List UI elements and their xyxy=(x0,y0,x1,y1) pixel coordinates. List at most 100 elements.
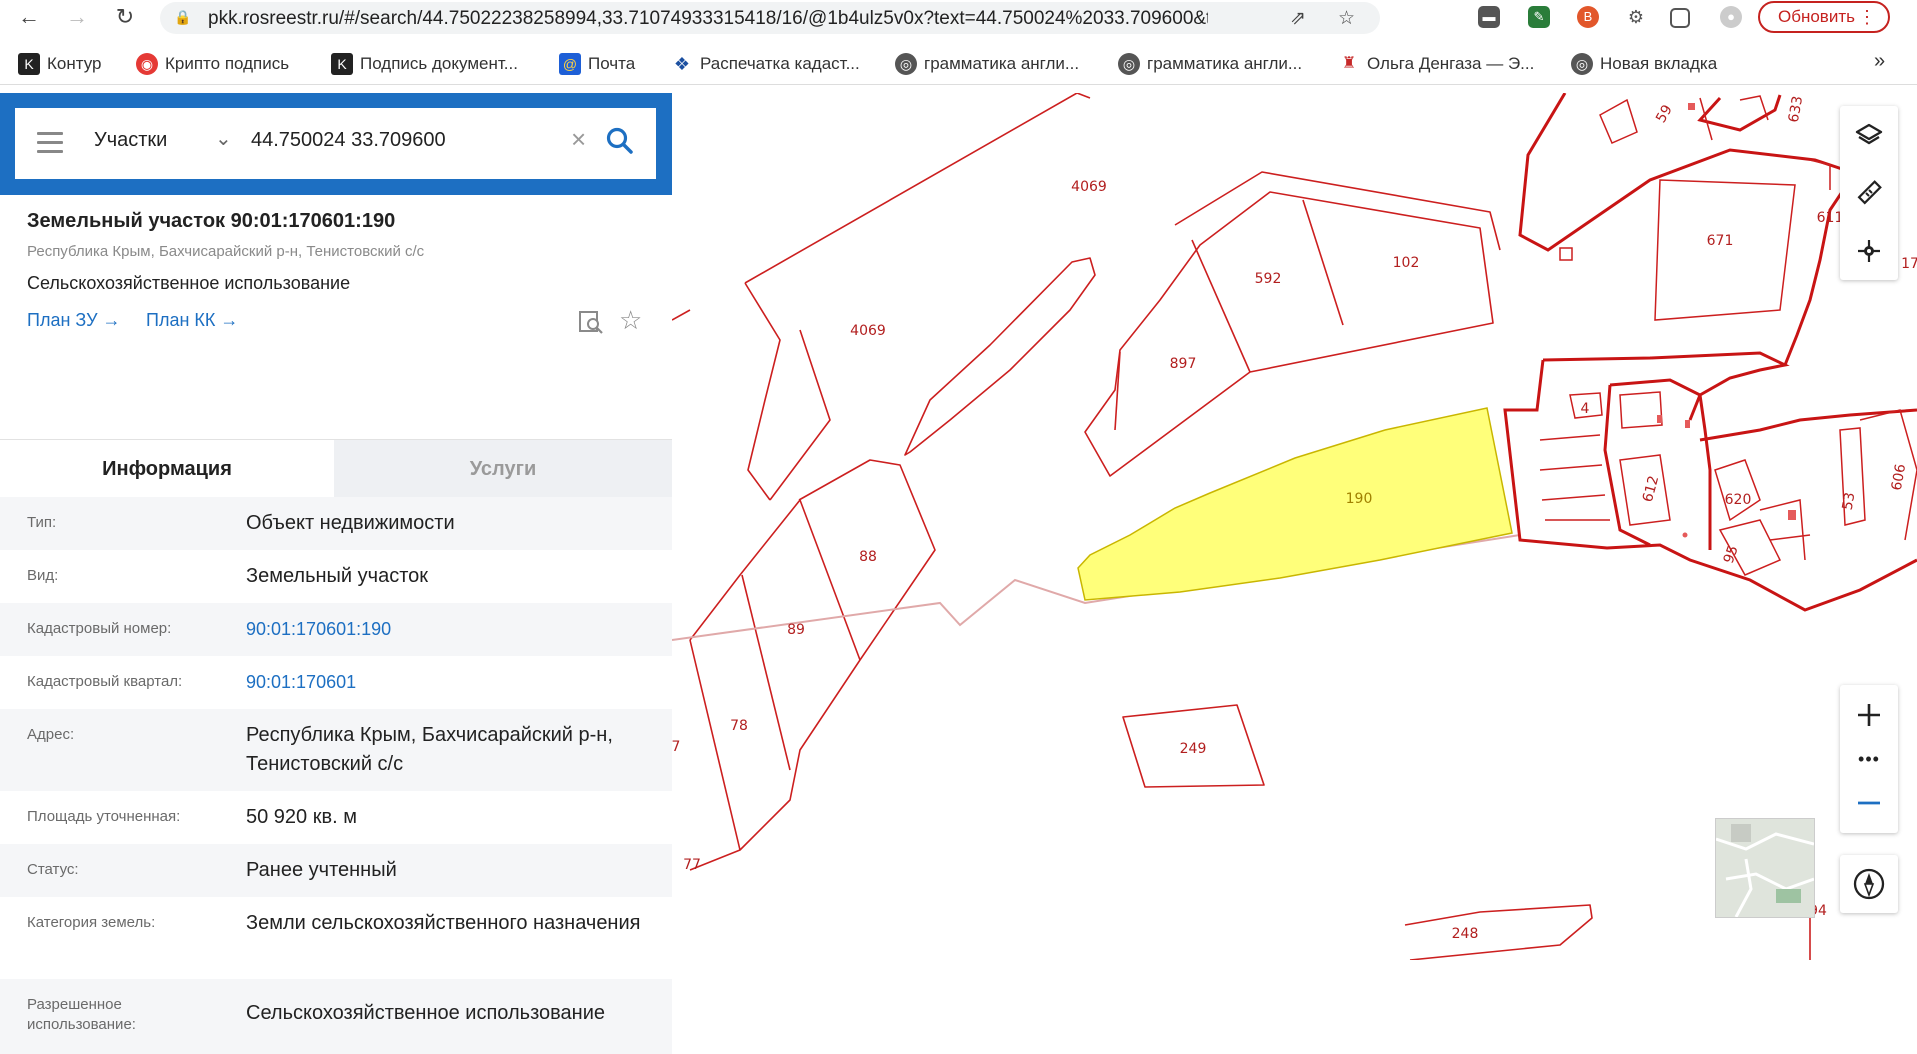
info-row: Вид: Земельный участок xyxy=(0,550,672,603)
parcel-label[interactable]: 612 xyxy=(1640,474,1662,504)
extension-icon[interactable]: B xyxy=(1577,6,1599,28)
bookmark-item[interactable]: ◎ грамматика англи... xyxy=(1118,53,1302,75)
tab-information[interactable]: Информация xyxy=(0,440,334,498)
parcel-label-selected[interactable]: 190 xyxy=(1346,491,1373,507)
parcel-label[interactable]: 248 xyxy=(1452,926,1479,942)
close-icon[interactable]: × xyxy=(571,124,586,155)
bookmark-item[interactable]: ♜ Ольга Денгаза — Э... xyxy=(1338,53,1534,75)
zoom-out-icon[interactable] xyxy=(1840,773,1898,833)
search-input[interactable]: 44.750024 33.709600 xyxy=(251,129,446,152)
url-text[interactable]: pkk.rosreestr.ru/#/search/44.75022238258… xyxy=(208,8,1208,30)
parcel-label[interactable]: 897 xyxy=(1170,356,1197,372)
sidepanel-icon[interactable] xyxy=(1670,8,1690,28)
search-icon[interactable] xyxy=(605,126,635,156)
parcel-label[interactable]: 4 xyxy=(1581,401,1590,417)
info-key: Вид: xyxy=(27,567,59,584)
parcel-boundary xyxy=(672,309,691,321)
extension-icon[interactable]: ✎ xyxy=(1528,6,1550,28)
menu-dots-icon: ⋮ xyxy=(1858,7,1876,27)
parcel-label[interactable]: 17 xyxy=(1901,256,1917,272)
bookmark-item[interactable]: K Подпись документ... xyxy=(331,53,518,75)
info-value: Земельный участок xyxy=(246,565,429,587)
parcel-label[interactable]: 53 xyxy=(1840,491,1859,511)
key-icon: ◉ xyxy=(136,53,158,75)
plan-zu-label: План ЗУ xyxy=(27,310,98,330)
more-icon[interactable]: ••• xyxy=(1840,745,1898,773)
browser-toolbar: ← → ↻ 🔒 pkk.rosreestr.ru/#/search/44.750… xyxy=(0,0,1917,34)
favorite-star-icon[interactable]: ☆ xyxy=(619,305,642,336)
parcel-label[interactable]: 4069 xyxy=(1071,179,1107,195)
info-key: Кадастровый квартал: xyxy=(27,673,183,690)
cadastral-number-link[interactable]: 90:01:170601:190 xyxy=(246,615,656,644)
cadastral-quarter-link[interactable]: 90:01:170601 xyxy=(246,668,656,697)
bookmark-label: Почта xyxy=(588,54,636,73)
parcel-label[interactable]: 4069 xyxy=(850,323,886,339)
parcel-boundary xyxy=(689,639,741,851)
info-row: Площадь уточненная: 50 920 кв. м xyxy=(0,791,672,844)
menu-icon[interactable] xyxy=(37,132,63,154)
extension-icon[interactable]: ▬ xyxy=(1478,6,1500,28)
parcel-boundary xyxy=(1539,434,1610,521)
ruler-icon[interactable] xyxy=(1840,164,1898,222)
update-label: Обновить xyxy=(1778,7,1855,26)
share-icon[interactable]: ⇗ xyxy=(1290,7,1306,30)
bookmark-item[interactable]: K Контур xyxy=(18,53,102,75)
update-button[interactable]: Обновить ⋮ xyxy=(1758,1,1890,33)
info-row: Статус: Ранее учтенный xyxy=(0,844,672,897)
parcel-boundary xyxy=(1809,159,1831,190)
parcel-label[interactable]: 633 xyxy=(1786,95,1806,124)
zoom-in-icon[interactable] xyxy=(1840,685,1898,745)
parcel-label[interactable]: 249 xyxy=(1180,741,1207,757)
locate-icon[interactable] xyxy=(1840,222,1898,280)
layers-icon[interactable] xyxy=(1840,106,1898,164)
tab-services[interactable]: Услуги xyxy=(334,440,672,498)
parcel-label[interactable]: 606 xyxy=(1889,463,1909,492)
tab-bar: Информация Услуги xyxy=(0,439,672,498)
parcel-label[interactable]: 88 xyxy=(859,549,877,565)
parcel-boundary xyxy=(1404,904,1593,960)
parcel-label[interactable]: 620 xyxy=(1725,492,1752,508)
puzzle-icon[interactable]: ⚙ xyxy=(1625,6,1647,28)
plan-kk-link[interactable]: План КК → xyxy=(146,310,238,331)
parcel-label[interactable]: 89 xyxy=(787,622,805,638)
bookmark-item[interactable]: ◉ Крипто подпись xyxy=(136,53,289,75)
info-key: Тип: xyxy=(27,514,57,531)
bookmark-item[interactable]: ◎ грамматика англи... xyxy=(895,53,1079,75)
bookmark-label: грамматика англи... xyxy=(1147,54,1303,73)
address-bar[interactable]: 🔒 pkk.rosreestr.ru/#/search/44.750222382… xyxy=(160,2,1380,34)
bookmark-label: Ольга Денгаза — Э... xyxy=(1367,54,1535,73)
bookmark-item[interactable]: ❖ Распечатка кадаст... xyxy=(671,53,860,75)
globe-icon: ◎ xyxy=(895,53,917,75)
site-icon: ♜ xyxy=(1338,53,1360,75)
reload-icon[interactable]: ↻ xyxy=(112,4,138,30)
bookmarks-more-button[interactable]: » xyxy=(1874,50,1885,72)
back-icon[interactable]: ← xyxy=(16,4,42,30)
parcel-label[interactable]: 78 xyxy=(730,718,748,734)
parcel-label[interactable]: 59 xyxy=(1653,102,1676,125)
compass-icon[interactable] xyxy=(1840,855,1898,913)
lock-icon: 🔒 xyxy=(174,9,192,25)
bookmark-star-icon[interactable]: ☆ xyxy=(1338,7,1355,30)
settlement-boundary xyxy=(1518,93,1877,252)
forward-icon[interactable]: → xyxy=(64,4,90,30)
info-value: Земли сельскохозяйственного назначения xyxy=(246,912,641,934)
bookmark-item[interactable]: ◎ Новая вкладка xyxy=(1571,53,1717,75)
bookmark-item[interactable]: @ Почта xyxy=(559,53,635,75)
parcel-label[interactable]: 7 xyxy=(672,739,680,755)
zoom-panel: ••• xyxy=(1840,685,1898,833)
search-type-select[interactable]: Участки xyxy=(94,129,167,152)
parcel-boundary xyxy=(1759,499,1811,561)
info-panel: Участки ⌄ 44.750024 33.709600 × ‹ Земель… xyxy=(0,93,696,1054)
plan-zu-link[interactable]: План ЗУ → xyxy=(27,310,121,331)
parcel-label[interactable]: 671 xyxy=(1707,233,1734,249)
print-preview-icon[interactable] xyxy=(578,309,604,335)
profile-avatar[interactable]: ● xyxy=(1720,6,1742,28)
parcel-label[interactable]: 77 xyxy=(683,857,701,873)
parcel-boundary xyxy=(1859,409,1917,541)
bookmark-label: грамматика англи... xyxy=(924,54,1080,73)
parcel-label[interactable]: 592 xyxy=(1255,271,1282,287)
info-row: Разрешенное использование: Сельскохозяйс… xyxy=(0,979,672,1054)
parcel-label[interactable]: 102 xyxy=(1393,255,1420,271)
minimap[interactable] xyxy=(1715,818,1815,918)
chevron-down-icon[interactable]: ⌄ xyxy=(215,126,232,151)
